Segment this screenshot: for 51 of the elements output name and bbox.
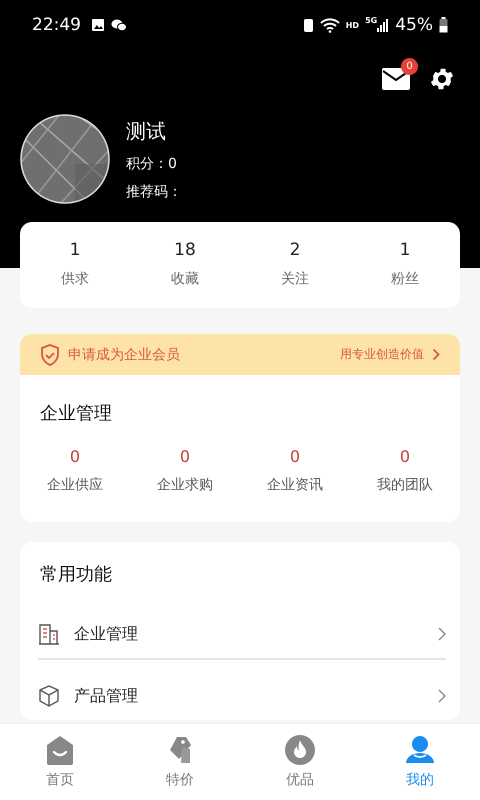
membership-title: 申请成为企业会员	[68, 346, 180, 364]
enterprise-item[interactable]: 企业求购	[157, 476, 213, 494]
chevron-right-icon	[432, 348, 440, 361]
membership-link[interactable]: 用专业创造价值	[340, 346, 424, 363]
count-value: 0	[70, 447, 80, 466]
tab[interactable]: 优品	[240, 724, 360, 800]
stat-label[interactable]: 粉丝	[391, 270, 419, 288]
shield-icon	[40, 344, 60, 366]
tab[interactable]: 特价	[120, 724, 240, 800]
enterprise-item[interactable]: 我的团队	[377, 476, 433, 494]
chevron-right-icon	[438, 689, 446, 703]
box-icon	[38, 685, 60, 707]
referral-code-label: 推荐码：	[126, 182, 182, 200]
stat-label[interactable]: 关注	[281, 270, 309, 288]
wifi-icon	[320, 18, 340, 32]
signal-icon	[377, 18, 390, 32]
chevron-right-icon	[438, 627, 446, 641]
membership-banner[interactable]: 申请成为企业会员 用专业创造价值	[20, 334, 460, 375]
count-value: 0	[400, 447, 410, 466]
section-title: 企业管理	[39, 402, 113, 426]
battery-icon	[439, 17, 448, 33]
enterprise-item[interactable]: 企业供应	[47, 476, 103, 494]
stat-value: 2	[290, 240, 300, 260]
enterprise-item[interactable]: 企业资讯	[267, 476, 323, 494]
user-icon	[405, 735, 435, 765]
count-value: 0	[290, 447, 300, 466]
fire-icon	[285, 735, 315, 765]
stat-value: 1	[400, 240, 410, 260]
tab[interactable]: 首页	[0, 724, 120, 800]
status-time: 22:49	[32, 15, 81, 35]
battery-level: 45%	[395, 15, 433, 35]
chat-icon	[111, 18, 127, 32]
menu-item[interactable]: 产品管理	[38, 672, 446, 720]
network-generation: 5G	[365, 16, 378, 25]
section-title: 常用功能	[39, 563, 113, 587]
home-icon	[46, 735, 74, 765]
points-text: 积分：0	[126, 154, 178, 172]
tab[interactable]: 我的	[360, 724, 480, 800]
building-icon	[38, 623, 60, 645]
mail-icon[interactable]	[382, 68, 410, 90]
network-label: HD	[346, 20, 360, 30]
sim-icon	[302, 18, 314, 32]
gallery-icon	[91, 18, 105, 32]
stat-value: 1	[70, 240, 80, 260]
stat-label[interactable]: 供求	[61, 270, 89, 288]
user-name: 测试	[126, 118, 167, 144]
stat-value: 18	[174, 240, 196, 260]
message-count-badge: 0	[401, 58, 418, 75]
menu-item[interactable]: 企业管理	[38, 610, 446, 660]
count-value: 0	[180, 447, 190, 466]
stat-label[interactable]: 收藏	[171, 270, 199, 288]
